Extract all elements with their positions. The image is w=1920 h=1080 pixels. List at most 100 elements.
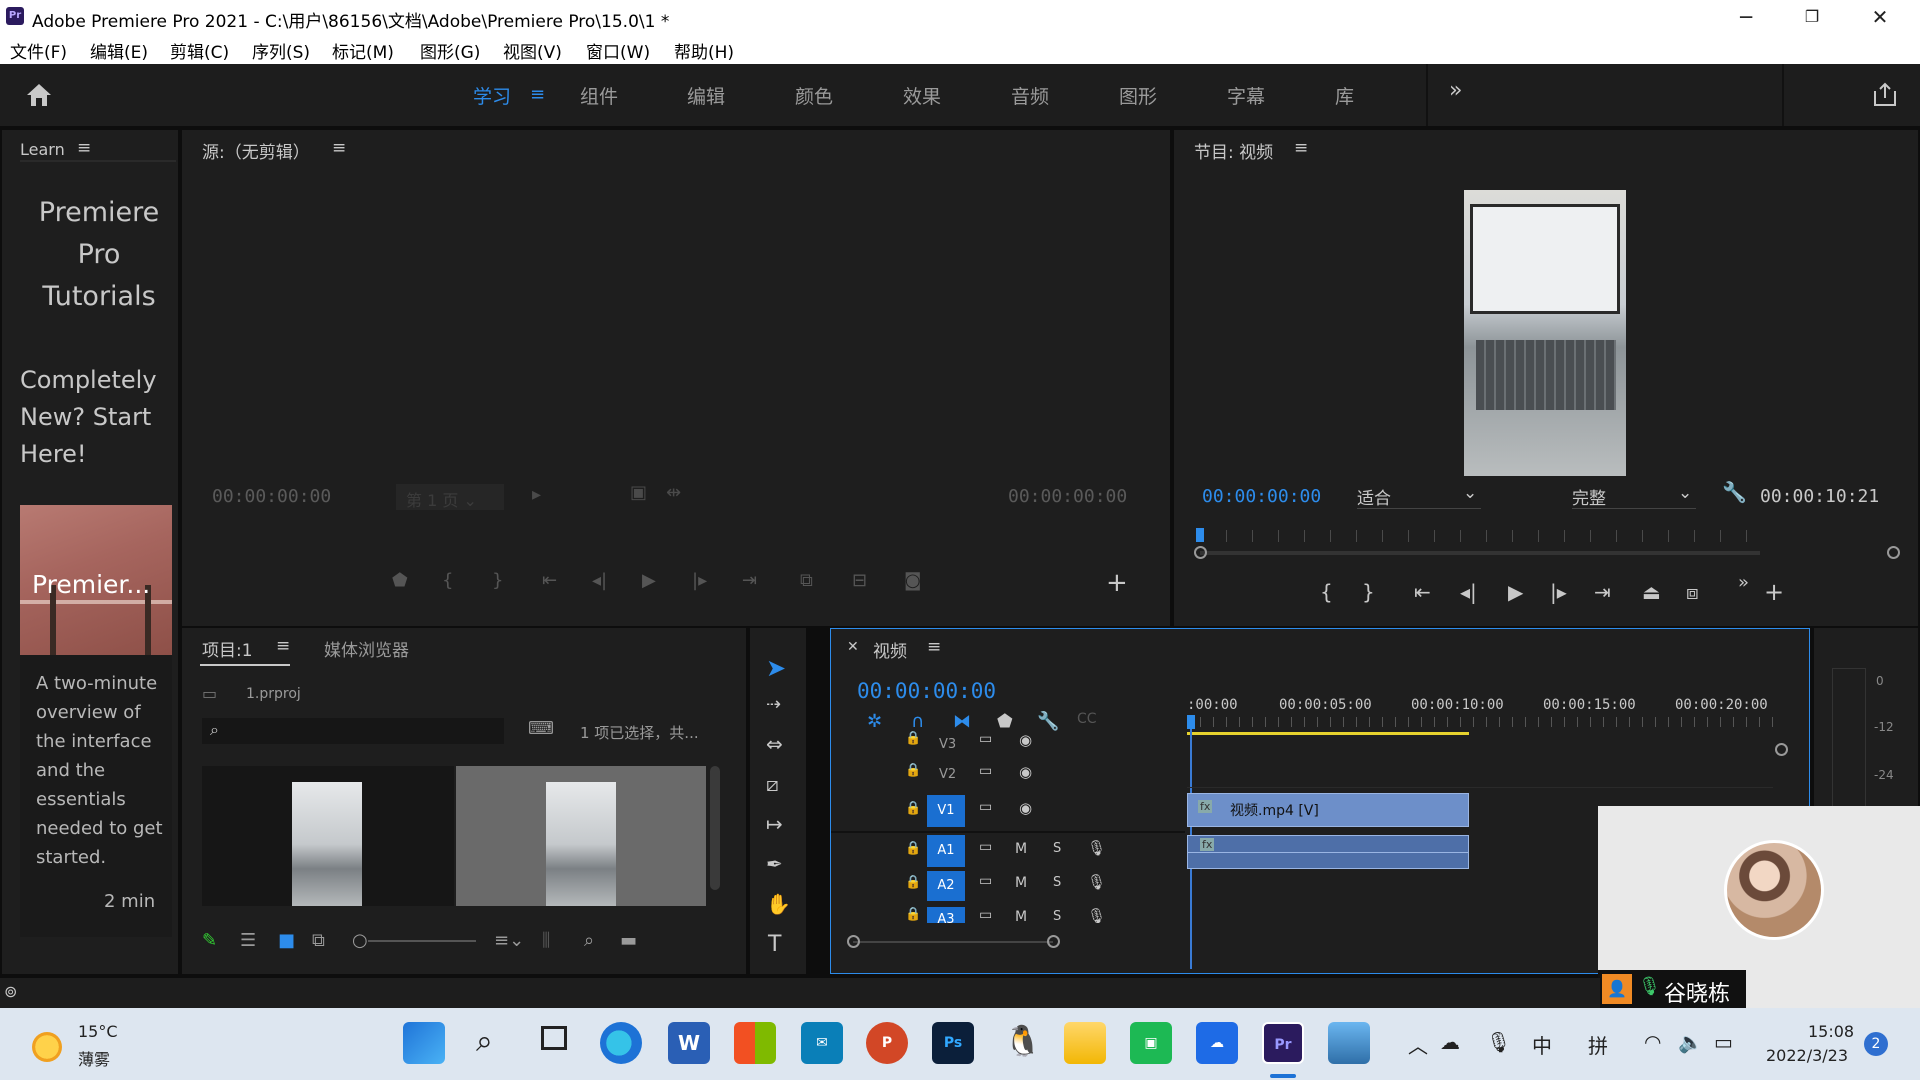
project-scrollbar[interactable] — [710, 766, 720, 890]
hand-tool-icon[interactable]: ✋ — [766, 892, 791, 916]
lock-icon-a1[interactable]: 🔒 — [905, 841, 921, 856]
close-button[interactable]: ✕ — [1850, 0, 1910, 34]
iqiyi-icon[interactable]: ▣ — [1130, 1022, 1172, 1064]
automate-icon[interactable]: ⫼ — [542, 930, 550, 951]
more-controls-icon[interactable]: » — [1738, 572, 1749, 593]
project-item-selected[interactable] — [456, 766, 706, 906]
ime-chinese[interactable]: 中 — [1532, 1030, 1552, 1059]
gallery-icon[interactable] — [1328, 1022, 1370, 1064]
linked-selection-icon[interactable]: ⧓ — [953, 711, 971, 732]
program-step-back-icon[interactable]: ◂| — [1460, 580, 1477, 604]
menu-edit[interactable]: 编辑(E) — [90, 38, 148, 63]
lift-icon[interactable]: ⏏ — [1642, 580, 1661, 604]
sync-lock-icon-a1[interactable]: ▭ — [979, 839, 992, 855]
project-menu-icon[interactable]: ≡ — [276, 636, 290, 656]
source-page-select[interactable]: 第 1 页 ⌄ — [396, 484, 504, 510]
tab-project[interactable]: 项目:1 — [202, 636, 253, 661]
sequence-tab-title[interactable]: 视频 — [873, 637, 907, 662]
start-windows-icon[interactable] — [403, 1022, 445, 1064]
powerpoint-icon[interactable]: P — [866, 1022, 908, 1064]
microphone-icon-a3[interactable]: 🎙 — [1087, 907, 1106, 923]
home-icon[interactable] — [25, 82, 53, 108]
microphone-tray-icon[interactable]: 🎙 — [1486, 1030, 1511, 1054]
extract-icon[interactable]: ⧈ — [1686, 580, 1699, 604]
video-clip[interactable]: fx 视频.mp4 [V] — [1187, 793, 1469, 827]
sync-lock-icon-v1[interactable]: ▭ — [979, 799, 992, 815]
workspace-tab-audio[interactable]: 音频 — [1011, 82, 1049, 109]
zoom-handle-right[interactable] — [1887, 546, 1900, 559]
marker-icon[interactable]: ⬟ — [997, 711, 1013, 732]
task-view-icon[interactable] — [535, 1022, 577, 1064]
freeform-view-icon[interactable]: ⧉ — [312, 930, 325, 951]
zoom-fit-select[interactable]: 适合 ⌄ — [1357, 483, 1481, 509]
minimize-button[interactable]: ─ — [1716, 0, 1776, 34]
microsoft-store-icon[interactable] — [734, 1022, 776, 1064]
menu-clip[interactable]: 剪辑(C) — [170, 38, 229, 63]
timeline-zoom-bar[interactable] — [853, 941, 1053, 943]
weather-description[interactable]: 薄雾 — [78, 1046, 110, 1070]
wifi-icon[interactable]: ◠ — [1644, 1030, 1661, 1054]
timeline-playhead-handle[interactable] — [1187, 715, 1195, 729]
razor-tool-icon[interactable]: ⧄ — [766, 772, 779, 796]
zoom-slider-track[interactable] — [368, 940, 476, 942]
battery-icon[interactable]: ▭ — [1714, 1030, 1733, 1054]
program-mark-out-icon[interactable]: } — [1362, 580, 1375, 604]
list-view-icon[interactable]: ☰ — [240, 930, 256, 951]
track-label-a3[interactable]: A3 — [927, 907, 965, 923]
track-label-a1[interactable]: A1 — [927, 835, 965, 867]
source-menu-icon[interactable]: ≡ — [332, 138, 346, 158]
photoshop-icon[interactable]: Ps — [932, 1022, 974, 1064]
solo-button-a3[interactable]: S — [1053, 909, 1061, 923]
type-tool-icon[interactable]: T — [768, 932, 781, 957]
program-step-forward-icon[interactable]: |▸ — [1550, 580, 1567, 604]
program-play-icon[interactable]: ▶ — [1508, 580, 1523, 604]
source-settings-icon[interactable]: ⇹ — [666, 482, 681, 503]
nest-icon[interactable]: ✲ — [867, 711, 882, 732]
track-label-v3[interactable]: V3 — [939, 737, 956, 752]
mark-out-icon[interactable]: } — [492, 570, 503, 591]
sync-lock-icon-a2[interactable]: ▭ — [979, 873, 992, 889]
workspace-tab-editing[interactable]: 编辑 — [687, 82, 725, 109]
vertical-zoom-handle[interactable] — [1775, 743, 1788, 756]
program-menu-icon[interactable]: ≡ — [1294, 138, 1308, 158]
insert-icon[interactable]: ⧉ — [800, 570, 813, 591]
menu-file[interactable]: 文件(F) — [10, 38, 67, 63]
creative-cloud-icon[interactable]: ⊚ — [4, 982, 17, 1001]
share-icon[interactable] — [1872, 81, 1898, 107]
lock-icon[interactable]: 🔒 — [905, 731, 921, 746]
program-go-to-out-icon[interactable]: ⇥ — [1594, 580, 1611, 604]
more-workspaces-icon[interactable]: » — [1449, 78, 1462, 103]
program-playhead[interactable] — [1196, 528, 1204, 542]
mark-in-icon[interactable]: { — [442, 570, 453, 591]
solo-button-a2[interactable]: S — [1053, 875, 1061, 890]
step-back-icon[interactable]: ◂| — [592, 570, 607, 591]
weather-temperature[interactable]: 15°C — [78, 1022, 118, 1041]
slip-tool-icon[interactable]: ↦ — [766, 812, 783, 836]
pen-tool-icon[interactable]: ✒ — [766, 852, 783, 876]
workspace-tab-effects[interactable]: 效果 — [903, 82, 941, 109]
menu-markers[interactable]: 标记(M) — [332, 38, 394, 63]
track-label-v2[interactable]: V2 — [939, 767, 956, 782]
close-sequence-icon[interactable]: ✕ — [847, 639, 859, 655]
tutorial-thumbnail[interactable]: Premier... — [20, 505, 172, 655]
source-timecode-in[interactable]: 00:00:00:00 — [212, 486, 331, 507]
mute-button-a2[interactable]: M — [1015, 875, 1027, 891]
weather-sun-icon[interactable] — [32, 1032, 62, 1062]
restore-button[interactable]: ❐ — [1782, 0, 1842, 34]
overwrite-icon[interactable]: ⊟ — [852, 570, 867, 591]
project-item[interactable] — [202, 766, 454, 906]
play-icon[interactable]: ▶ — [642, 570, 656, 591]
eye-icon-v1[interactable]: ◉ — [1019, 799, 1032, 817]
menu-view[interactable]: 视图(V) — [503, 38, 562, 63]
workspace-tab-learn[interactable]: 学习 — [473, 82, 511, 109]
timeline-zoom-handle-right[interactable] — [1047, 935, 1060, 948]
sync-lock-icon-v2[interactable]: ▭ — [979, 763, 992, 779]
captions-icon[interactable]: CC — [1077, 711, 1097, 727]
find-icon[interactable]: ⌨ — [528, 718, 554, 739]
menu-window[interactable]: 窗口(W) — [586, 38, 650, 63]
mute-button-a3[interactable]: M — [1015, 909, 1027, 923]
workspace-menu-icon[interactable]: ≡ — [530, 84, 545, 105]
track-label-v1[interactable]: V1 — [927, 795, 965, 827]
pencil-icon[interactable]: ✎ — [202, 930, 217, 951]
ime-pinyin[interactable]: 拼 — [1588, 1030, 1608, 1059]
